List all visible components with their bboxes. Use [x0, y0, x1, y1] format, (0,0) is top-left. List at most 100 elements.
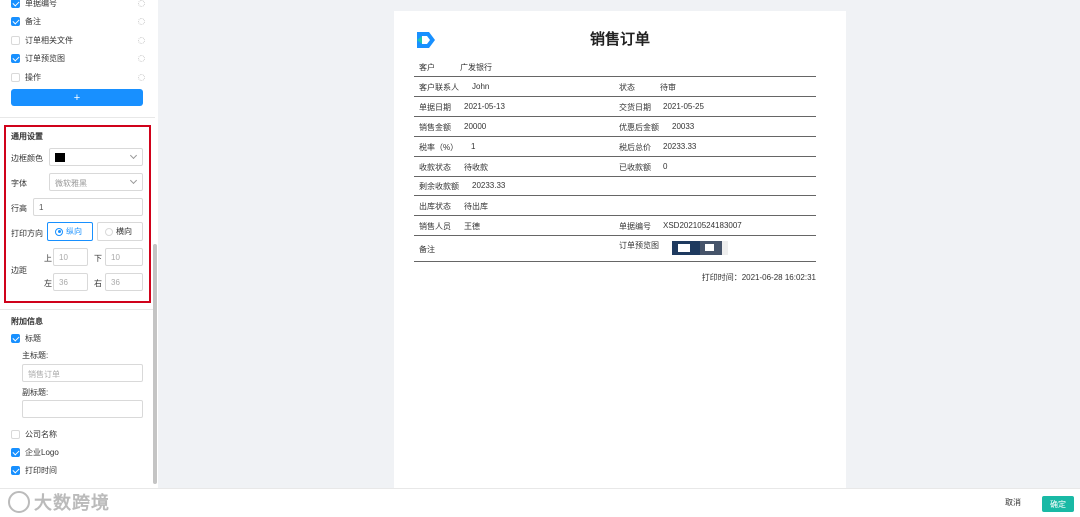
company-name-label: 公司名称: [25, 429, 57, 439]
direction-landscape-radio[interactable]: 横向: [97, 222, 143, 241]
font-value: 微软雅黑: [55, 179, 87, 188]
date-label: 单据日期: [419, 103, 451, 112]
title-checkbox-row[interactable]: 标题: [11, 331, 145, 345]
field-label: 订单预览图: [25, 53, 65, 63]
margin-bottom-input[interactable]: 10: [105, 248, 143, 266]
warehouse-label: 出库状态: [419, 202, 451, 211]
remaining-label: 剩余收款额: [419, 182, 459, 191]
field-checkbox[interactable]: [11, 35, 20, 45]
watermark: 大数跨境: [8, 489, 110, 515]
gear-icon[interactable]: [138, 54, 145, 62]
field-checkbox[interactable]: [11, 0, 20, 8]
confirm-button[interactable]: 确定: [1042, 496, 1074, 512]
print-time: 打印时间：2021-06-28 16:02:31: [701, 273, 816, 282]
doc-no-label: 单据编号: [619, 222, 651, 231]
radio-label: 横向: [116, 227, 132, 236]
collect-status-label: 收款状态: [419, 163, 451, 172]
status-value: 待审: [660, 83, 676, 92]
gear-icon[interactable]: [138, 17, 145, 25]
panel-scrollbar[interactable]: [153, 244, 157, 484]
company-name-row[interactable]: 公司名称: [11, 427, 145, 441]
gear-icon[interactable]: [138, 73, 145, 81]
status-label: 状态: [619, 83, 635, 92]
direction-label: 打印方向: [11, 229, 43, 238]
margin-right-input[interactable]: 36: [105, 273, 143, 291]
margin-right-label: 右: [94, 279, 102, 288]
gear-icon[interactable]: [138, 0, 145, 7]
direction-portrait-radio[interactable]: 纵向: [47, 222, 93, 241]
field-checkbox[interactable]: [11, 53, 20, 63]
title-checkbox[interactable]: [11, 333, 20, 343]
margin-label: 边距: [11, 266, 27, 275]
delivery-label: 交货日期: [619, 103, 651, 112]
cancel-button[interactable]: 取消: [1005, 497, 1021, 508]
field-row-doc-no[interactable]: 单据编号: [11, 0, 145, 10]
field-label: 单据编号: [25, 0, 57, 8]
main-title-input[interactable]: 销售订单: [22, 364, 143, 382]
collect-status-value: 待收款: [464, 163, 488, 172]
font-label: 字体: [11, 179, 27, 188]
divider: [0, 309, 155, 310]
row-line: [414, 261, 816, 262]
chevron-down-icon: [129, 151, 138, 160]
watermark-text: 大数跨境: [34, 493, 110, 513]
general-settings-title: 通用设置: [11, 132, 43, 141]
margin-left-label: 左: [44, 279, 52, 288]
line-height-input[interactable]: 1: [33, 198, 143, 216]
extra-info-title: 附加信息: [11, 317, 43, 326]
sales-label: 销售人员: [419, 222, 451, 231]
field-row-files[interactable]: 订单相关文件: [11, 33, 145, 47]
border-color-label: 边框颜色: [11, 154, 43, 163]
row-line: [414, 176, 816, 177]
gear-icon[interactable]: [138, 36, 145, 44]
margin-left-input[interactable]: 36: [53, 273, 88, 291]
field-label: 订单相关文件: [25, 35, 73, 45]
document-title: 销售订单: [589, 31, 650, 48]
border-color-select[interactable]: [49, 148, 143, 166]
chevron-down-icon: [129, 176, 138, 185]
field-row-note[interactable]: 备注: [11, 14, 145, 28]
print-time-row[interactable]: 打印时间: [11, 463, 145, 477]
customer-label: 客户: [419, 63, 435, 72]
print-time-label: 打印时间: [25, 465, 57, 475]
divider: [0, 117, 155, 118]
row-line: [414, 235, 816, 236]
add-field-button[interactable]: +: [11, 89, 143, 106]
font-select[interactable]: 微软雅黑: [49, 173, 143, 191]
tax-label: 税率（%）: [419, 143, 459, 152]
radio-dot: [105, 227, 113, 236]
discounted-label: 优惠后金额: [619, 123, 659, 132]
title-checkbox-label: 标题: [25, 333, 41, 343]
company-logo-checkbox[interactable]: [11, 447, 20, 457]
tax-value: 1: [471, 142, 476, 151]
margin-top-input[interactable]: 10: [53, 248, 88, 266]
row-line: [414, 215, 816, 216]
print-time-checkbox[interactable]: [11, 465, 20, 475]
sales-value: 王德: [464, 222, 480, 231]
date-value: 2021-05-13: [464, 102, 505, 111]
contact-label: 客户联系人: [419, 83, 459, 92]
row-line: [414, 96, 816, 97]
remaining-value: 20233.33: [472, 181, 506, 190]
field-checkbox[interactable]: [11, 16, 20, 26]
customer-value: 广发银行: [460, 63, 492, 72]
field-label: 操作: [25, 72, 41, 82]
field-row-preview[interactable]: 订单预览图: [11, 51, 145, 65]
contact-value: John: [472, 82, 490, 91]
main-title-label: 主标题:: [22, 351, 49, 360]
company-logo-row[interactable]: 企业Logo: [11, 445, 145, 459]
field-checkbox[interactable]: [11, 72, 20, 82]
amount-value: 20000: [464, 122, 487, 131]
collected-value: 0: [663, 162, 668, 171]
field-row-action[interactable]: 操作: [11, 70, 145, 84]
warehouse-value: 待出库: [464, 202, 488, 211]
amount-label: 销售金额: [419, 123, 451, 132]
row-line: [414, 116, 816, 117]
order-preview-image[interactable]: [672, 241, 728, 255]
company-name-checkbox[interactable]: [11, 429, 20, 439]
settings-panel: 单据编号 备注 订单相关文件 订单预览图 操作 + 通用设置 边框颜色 字体 微…: [0, 0, 158, 488]
sub-title-input[interactable]: [22, 400, 143, 418]
discounted-value: 20033: [672, 122, 695, 131]
sub-title-label: 副标题:: [22, 388, 49, 397]
document-preview: 销售订单 客户 广发银行 客户联系人 John 状态 待审 单据日期 2021-…: [394, 11, 846, 489]
